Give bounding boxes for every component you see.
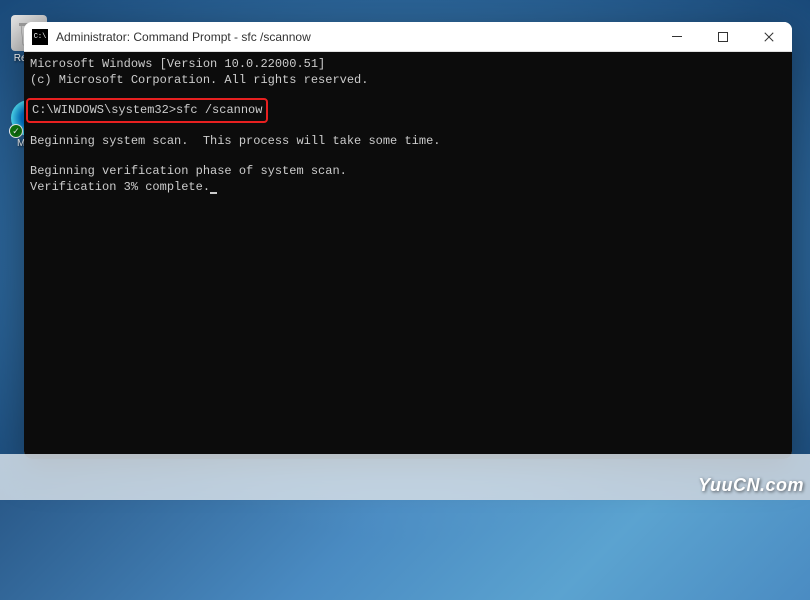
terminal-line-progress: Verification 3% complete. bbox=[30, 179, 786, 195]
minimize-button[interactable] bbox=[654, 22, 700, 51]
watermark-text: YuuCN.com bbox=[698, 475, 804, 496]
terminal-line-scan-start: Beginning system scan. This process will… bbox=[30, 133, 786, 149]
page-scrollbar[interactable] bbox=[804, 4, 807, 496]
terminal-prompt: C:\WINDOWS\system32> bbox=[32, 103, 176, 117]
window-title: Administrator: Command Prompt - sfc /sca… bbox=[56, 30, 654, 44]
terminal-command: sfc /scannow bbox=[176, 103, 262, 117]
command-prompt-window: C:\ Administrator: Command Prompt - sfc … bbox=[24, 22, 792, 459]
command-highlight: C:\WINDOWS\system32>sfc /scannow bbox=[26, 98, 268, 122]
close-button[interactable] bbox=[746, 22, 792, 51]
cmd-icon: C:\ bbox=[32, 29, 48, 45]
terminal-line-verification: Beginning verification phase of system s… bbox=[30, 163, 786, 179]
window-titlebar[interactable]: C:\ Administrator: Command Prompt - sfc … bbox=[24, 22, 792, 52]
terminal-line-copyright: (c) Microsoft Corporation. All rights re… bbox=[30, 72, 786, 88]
maximize-icon bbox=[718, 32, 728, 42]
terminal-line-version: Microsoft Windows [Version 10.0.22000.51… bbox=[30, 56, 786, 72]
terminal-cursor bbox=[210, 192, 217, 194]
window-controls bbox=[654, 22, 792, 51]
maximize-button[interactable] bbox=[700, 22, 746, 51]
checkmark-badge-icon: ✓ bbox=[9, 124, 23, 138]
minimize-icon bbox=[672, 36, 682, 37]
terminal-output[interactable]: Microsoft Windows [Version 10.0.22000.51… bbox=[24, 52, 792, 459]
close-icon bbox=[763, 31, 775, 43]
taskbar[interactable] bbox=[0, 454, 810, 500]
